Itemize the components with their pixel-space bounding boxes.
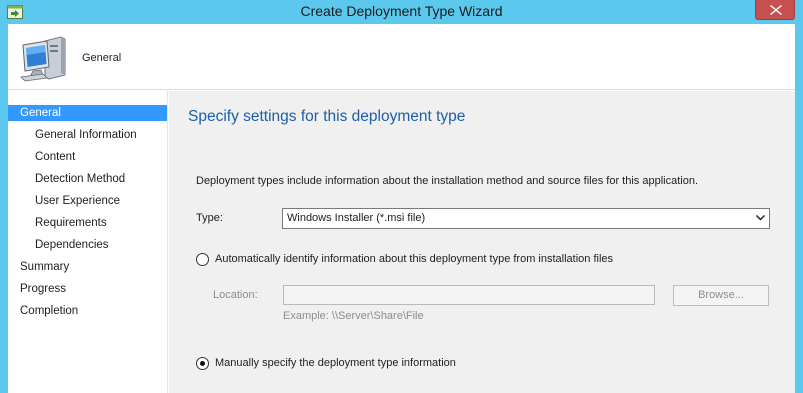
- chevron-down-icon: [756, 215, 765, 221]
- auto-identify-label[interactable]: Automatically identify information about…: [215, 253, 613, 265]
- window-title: Create Deployment Type Wizard: [300, 3, 503, 19]
- wizard-content: Specify settings for this deployment typ…: [169, 91, 795, 393]
- nav-item-requirements[interactable]: Requirements: [8, 215, 167, 231]
- nav-item-general-information[interactable]: General Information: [8, 127, 167, 143]
- description-text: Deployment types include information abo…: [196, 175, 699, 187]
- type-label: Type:: [196, 212, 223, 224]
- location-example: Example: \\Server\Share\File: [283, 310, 424, 322]
- nav-item-general[interactable]: General: [8, 105, 167, 121]
- type-dropdown-value: Windows Installer (*.msi file): [287, 212, 426, 224]
- window-frame-left: [0, 24, 8, 393]
- window-frame-right: [795, 24, 803, 393]
- wizard-header: General: [8, 24, 795, 90]
- auto-identify-radio[interactable]: [196, 253, 209, 266]
- header-title: General: [82, 52, 122, 64]
- nav-item-completion[interactable]: Completion: [8, 303, 167, 319]
- nav-item-dependencies[interactable]: Dependencies: [8, 237, 167, 253]
- location-input: [283, 285, 655, 305]
- title-bar: Create Deployment Type Wizard: [0, 0, 803, 24]
- browse-button: Browse...: [673, 285, 769, 306]
- close-icon: [770, 5, 782, 15]
- manual-specify-radio[interactable]: [196, 357, 209, 370]
- page-heading: Specify settings for this deployment typ…: [188, 108, 466, 125]
- nav-item-summary[interactable]: Summary: [8, 259, 167, 275]
- type-dropdown[interactable]: Windows Installer (*.msi file): [282, 208, 770, 229]
- nav-item-user-experience[interactable]: User Experience: [8, 193, 167, 209]
- wizard-nav: General General Information Content Dete…: [8, 91, 168, 393]
- close-button[interactable]: [755, 0, 795, 20]
- nav-item-detection-method[interactable]: Detection Method: [8, 171, 167, 187]
- manual-specify-label[interactable]: Manually specify the deployment type inf…: [215, 357, 456, 369]
- location-label: Location:: [213, 289, 258, 301]
- computer-icon: [20, 36, 66, 82]
- nav-item-content[interactable]: Content: [8, 149, 167, 165]
- nav-item-progress[interactable]: Progress: [8, 281, 167, 297]
